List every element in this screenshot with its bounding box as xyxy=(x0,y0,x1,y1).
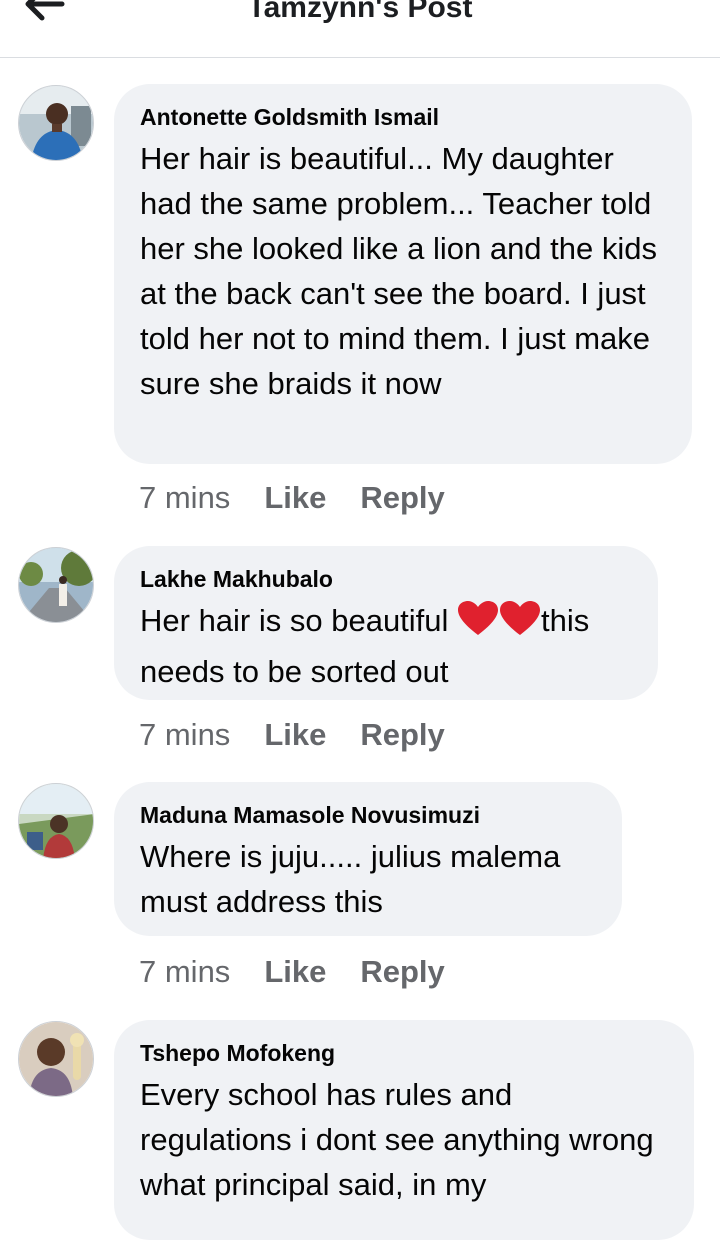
comment-author[interactable]: Tshepo Mofokeng xyxy=(140,1038,668,1068)
comment-author[interactable]: Antonette Goldsmith Ismail xyxy=(140,102,666,132)
post-header: Tamzynn's Post xyxy=(0,0,720,58)
comment-time: 7 mins xyxy=(139,717,231,752)
comment-bubble[interactable]: Antonette Goldsmith Ismail Her hair is b… xyxy=(114,84,692,464)
comment-time: 7 mins xyxy=(139,480,231,515)
reply-button[interactable]: Reply xyxy=(360,715,444,755)
red-heart-icon xyxy=(500,601,541,649)
page-title: Tamzynn's Post xyxy=(247,0,473,24)
comment-text: Every school has rules and regulations i… xyxy=(140,1077,654,1202)
comment-bubble[interactable]: Tshepo Mofokeng Every school has rules a… xyxy=(114,1020,694,1240)
like-button[interactable]: Like xyxy=(264,952,326,992)
avatar[interactable] xyxy=(18,1021,94,1097)
avatar[interactable] xyxy=(18,85,94,161)
comment-bubble[interactable]: Lakhe Makhubalo Her hair is so beautiful… xyxy=(114,546,658,700)
red-heart-icon xyxy=(458,601,499,649)
like-button[interactable]: Like xyxy=(264,715,326,755)
comment-bubble[interactable]: Maduna Mamasole Novusimuzi Where is juju… xyxy=(114,782,622,936)
comment-author[interactable]: Lakhe Makhubalo xyxy=(140,564,632,594)
comment-text-part: Her hair is so beautiful xyxy=(140,603,458,638)
comment-author[interactable]: Maduna Mamasole Novusimuzi xyxy=(140,800,596,830)
reply-button[interactable]: Reply xyxy=(360,478,444,518)
comment-actions: 7 mins Like Reply xyxy=(139,478,479,518)
reply-button[interactable]: Reply xyxy=(360,952,444,992)
comment-time: 7 mins xyxy=(139,954,231,989)
comment-text: Where is juju..... julius malema must ad… xyxy=(140,839,561,919)
like-button[interactable]: Like xyxy=(264,478,326,518)
comment-text: Her hair is beautiful... My daughter had… xyxy=(140,141,657,401)
comment-text: Her hair is so beautiful this needs to b… xyxy=(140,598,632,694)
comment-actions: 7 mins Like Reply xyxy=(139,952,479,992)
avatar[interactable] xyxy=(18,547,94,623)
comment-actions: 7 mins Like Reply xyxy=(139,715,479,755)
avatar[interactable] xyxy=(18,783,94,859)
